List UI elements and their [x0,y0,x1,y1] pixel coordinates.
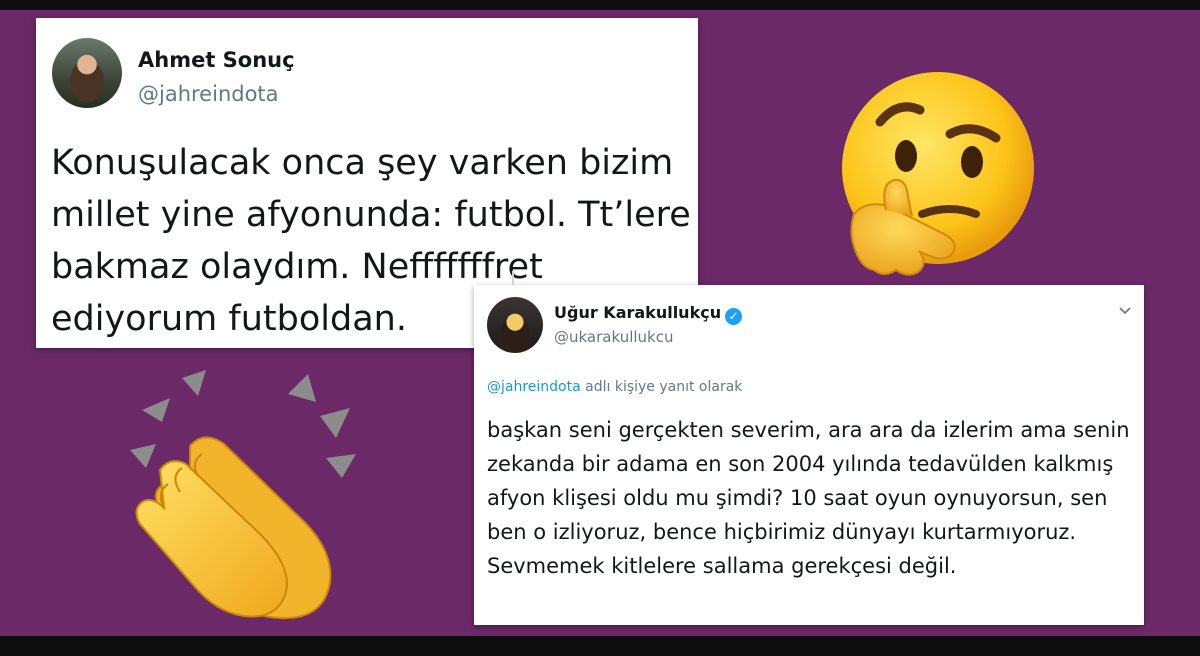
chevron-down-icon[interactable] [1118,303,1132,317]
avatar[interactable] [487,297,543,353]
tweet-card-ugur: Uğur Karakullukçu ✓ @ukarakullukcu @jahre… [474,271,1144,625]
avatar[interactable] [52,38,122,108]
verified-badge-icon: ✓ [725,308,743,325]
reply-context: @jahreindota adlı kişiye yanıt olarak [487,379,742,395]
purple-background: Ahmet Sonuç @jahreindota Konuşulacak onc… [0,10,1200,636]
display-name[interactable]: Ahmet Sonuç [138,48,295,72]
tweet-text: başkan seni gerçekten severim, ara ara d… [487,418,1130,578]
user-handle[interactable]: @jahreindota [138,82,279,106]
thread-connector [512,271,514,285]
reply-mention-link[interactable]: @jahreindota [487,379,581,395]
display-name[interactable]: Uğur Karakullukçu ✓ [554,303,743,325]
display-name-text[interactable]: Uğur Karakullukçu [554,303,721,322]
reply-suffix: adlı kişiye yanıt olarak [580,379,743,395]
user-handle[interactable]: @ukarakullukcu [554,328,674,346]
clapping-hands-emoji [130,370,356,620]
thinking-face-emoji [842,72,1034,276]
